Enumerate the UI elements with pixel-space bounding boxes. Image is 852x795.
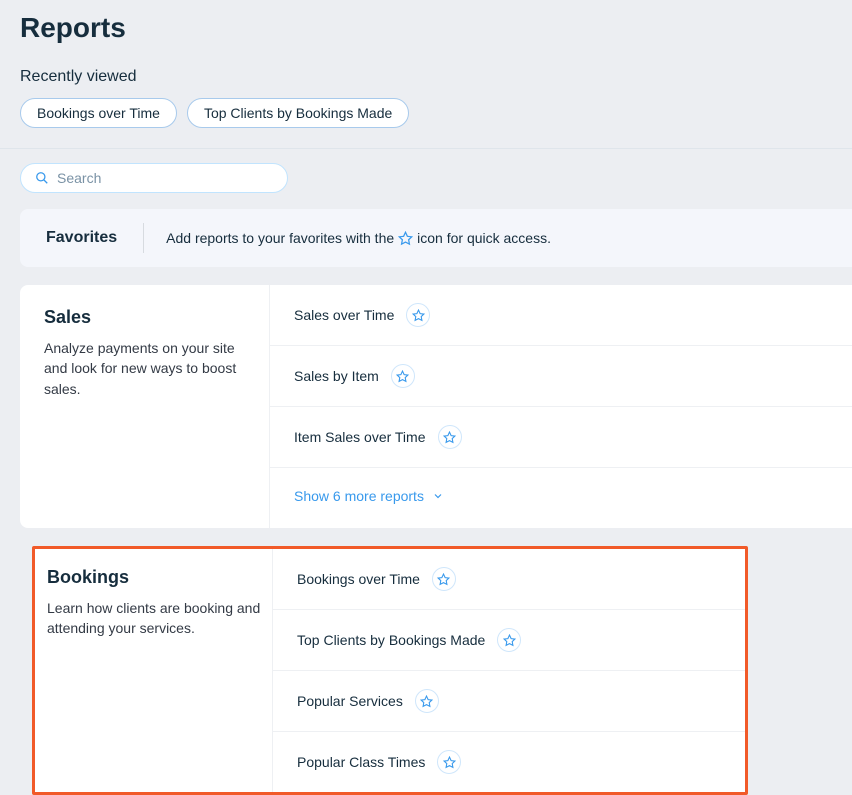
search-input[interactable] (57, 170, 273, 186)
section-desc: Analyze payments on your site and look f… (44, 338, 245, 399)
recent-chip[interactable]: Bookings over Time (20, 98, 177, 128)
report-name: Popular Class Times (297, 754, 425, 770)
star-icon (398, 231, 413, 246)
report-name: Sales over Time (294, 307, 394, 323)
chevron-down-icon (432, 490, 444, 502)
favorite-button[interactable] (406, 303, 430, 327)
favorite-button[interactable] (497, 628, 521, 652)
recent-label: Recently viewed (20, 68, 832, 86)
report-row[interactable]: Popular Services (273, 671, 745, 732)
show-more-link[interactable]: Show 6 more reports (270, 468, 852, 528)
section-bookings: Bookings Learn how clients are booking a… (32, 546, 748, 795)
favorites-title: Favorites (20, 209, 143, 267)
favorites-hint-pre: Add reports to your favorites with the (166, 230, 394, 246)
section-sales: Sales Analyze payments on your site and … (20, 285, 852, 528)
search-icon (35, 171, 49, 185)
report-name: Popular Services (297, 693, 403, 709)
recent-chip[interactable]: Top Clients by Bookings Made (187, 98, 409, 128)
report-row[interactable]: Sales over Time (270, 285, 852, 346)
recent-chip-label: Top Clients by Bookings Made (204, 105, 392, 121)
favorite-button[interactable] (415, 689, 439, 713)
divider (143, 223, 144, 253)
report-row[interactable]: Popular Class Times (273, 732, 745, 792)
recent-chip-label: Bookings over Time (37, 105, 160, 121)
show-more-label: Show 6 more reports (294, 488, 424, 504)
report-row[interactable]: Bookings over Time (273, 549, 745, 610)
report-row[interactable]: Sales by Item (270, 346, 852, 407)
report-row[interactable]: Top Clients by Bookings Made (273, 610, 745, 671)
favorites-banner: Favorites Add reports to your favorites … (20, 209, 852, 267)
favorites-hint-post: icon for quick access. (417, 230, 551, 246)
report-name: Item Sales over Time (294, 429, 426, 445)
search-field[interactable] (20, 163, 288, 193)
recent-chips: Bookings over Time Top Clients by Bookin… (20, 98, 832, 128)
page-title: Reports (20, 12, 832, 44)
report-name: Bookings over Time (297, 571, 420, 587)
favorite-button[interactable] (438, 425, 462, 449)
favorite-button[interactable] (437, 750, 461, 774)
report-row[interactable]: Item Sales over Time (270, 407, 852, 468)
favorite-button[interactable] (432, 567, 456, 591)
report-name: Top Clients by Bookings Made (297, 632, 485, 648)
section-title: Bookings (47, 567, 262, 588)
favorites-hint: Add reports to your favorites with the i… (166, 230, 551, 246)
favorite-button[interactable] (391, 364, 415, 388)
section-title: Sales (44, 307, 245, 328)
report-name: Sales by Item (294, 368, 379, 384)
section-desc: Learn how clients are booking and attend… (47, 598, 262, 639)
